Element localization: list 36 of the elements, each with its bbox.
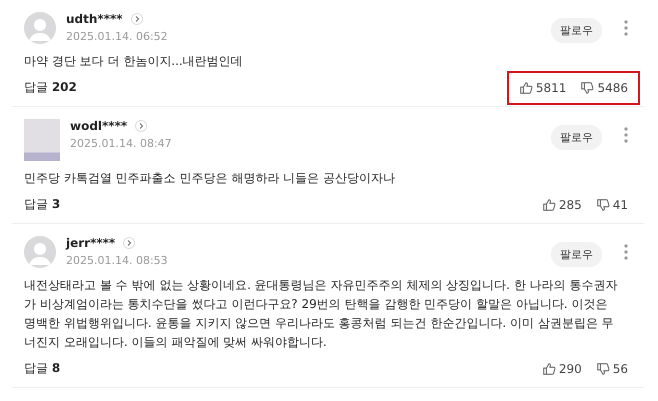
avatar-icon <box>24 236 56 268</box>
like-button[interactable]: 290 <box>542 362 582 376</box>
thumbs-up-icon <box>542 198 556 212</box>
chevron-icon[interactable] <box>123 237 136 249</box>
thumbs-up-icon <box>542 362 556 376</box>
more-icon[interactable] <box>624 244 628 260</box>
dislike-button[interactable]: 56 <box>596 362 628 376</box>
thumbs-down-icon <box>596 362 610 376</box>
comment-text: 내전상태라고 볼 수 밖에 없는 상황이네요. 윤대통령님은 자유민주주의 체제의 상징입니다. 한 나라의 통수권자가 비상계엄이라는 통치수단을 썼다고 이런다구요? 29번의 탄핵을 감행한 민주당이 할말은 아닙니다. 이것은 명백한 위법행위입니다. 윤통을 지키지 않으면 우리나라도 홍콩처럼 되는건 한순간입니다. 이미 삼권분립은 무너진지 오래입니다. 이들의 패악질에 맞써 싸워야합니다. <box>24 277 618 351</box>
follow-button[interactable]: 팔로우 <box>551 18 602 43</box>
comment-text: 민주당 카톡검열 민주파출소 민주당은 해명하라 니들은 공산당이자나 <box>24 170 396 187</box>
like-button[interactable]: 285 <box>542 198 582 212</box>
like-button[interactable]: 5811 <box>518 80 566 94</box>
reply-link[interactable]: 답글 8 <box>24 360 60 377</box>
thumbs-up-icon <box>518 80 533 94</box>
thumbs-down-icon <box>580 80 594 94</box>
username[interactable]: wodl**** <box>70 119 128 133</box>
username[interactable]: jerr**** <box>66 236 116 250</box>
avatar-image <box>24 119 60 161</box>
avatar-icon <box>24 12 56 44</box>
reply-link[interactable]: 답글 3 <box>24 196 60 213</box>
comment-text: 마약 경단 보다 더 한놈이지...내란범인데 <box>24 53 244 70</box>
dislike-button[interactable]: 5486 <box>580 80 628 94</box>
thumbs-down-icon <box>596 198 610 212</box>
comment-date: 2025.01.14. 08:53 <box>66 254 169 267</box>
follow-button[interactable]: 팔로우 <box>551 242 602 267</box>
follow-button[interactable]: 팔로우 <box>551 125 602 150</box>
more-icon[interactable] <box>624 127 628 143</box>
username[interactable]: udth**** <box>66 12 123 26</box>
chevron-icon[interactable] <box>130 13 143 25</box>
reply-link[interactable]: 답글 202 <box>24 79 77 96</box>
chevron-icon[interactable] <box>135 120 148 132</box>
comment-date: 2025.01.14. 06:52 <box>66 30 169 43</box>
comment-date: 2025.01.14. 08:47 <box>70 137 173 150</box>
dislike-button[interactable]: 41 <box>596 198 628 212</box>
more-icon[interactable] <box>624 20 628 36</box>
